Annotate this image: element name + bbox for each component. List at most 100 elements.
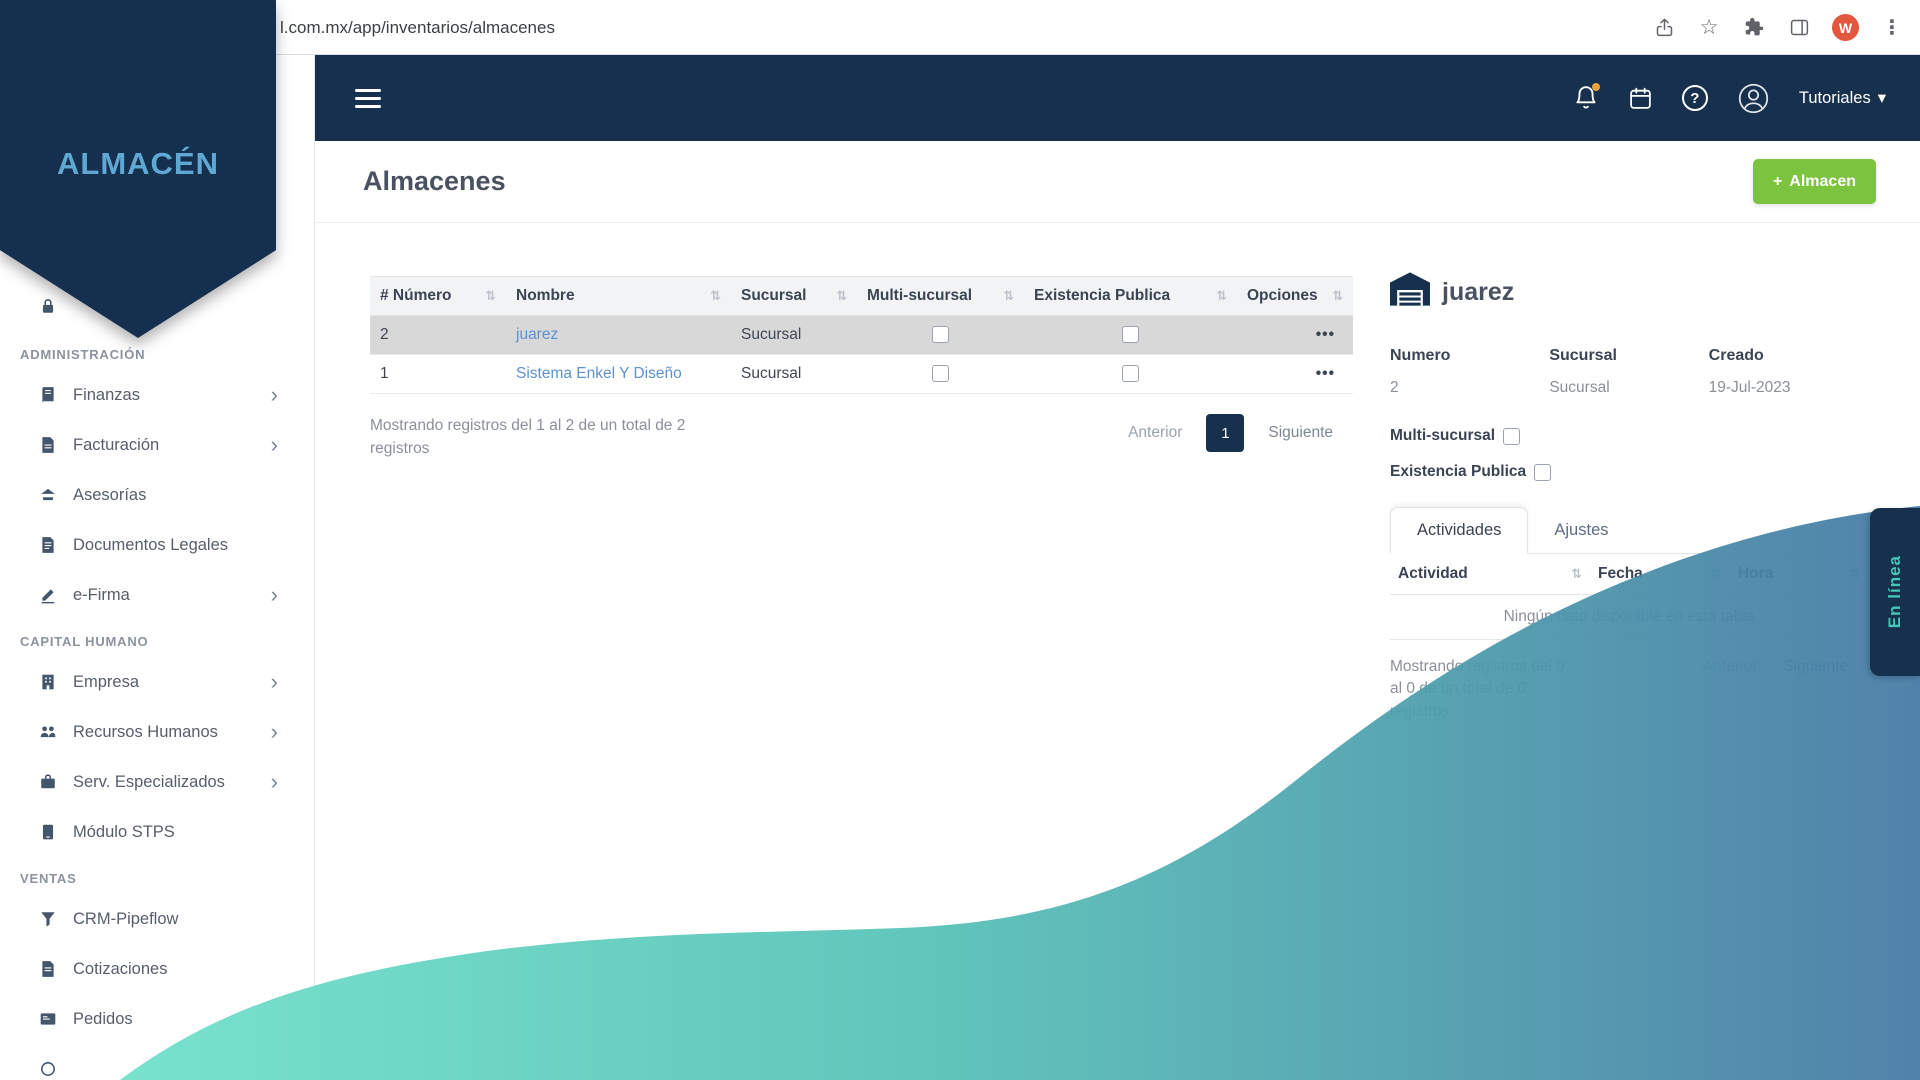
activity-pagination-prev[interactable]: Anterior — [1703, 658, 1757, 676]
sort-icon: ⇅ — [485, 288, 496, 303]
multi-sucursal-checkbox[interactable] — [932, 365, 949, 383]
column-header-fecha[interactable]: Fecha ⇅ — [1590, 554, 1730, 594]
sidebar-item-label: Finanzas — [73, 385, 140, 404]
almacen-link-juarez[interactable]: juarez — [516, 326, 558, 343]
sidebar-item-documentos-legales[interactable]: Documentos Legales — [0, 520, 314, 570]
chevron-right-icon: › — [270, 769, 278, 794]
column-header-multi-sucursal[interactable]: Multi-sucursal ⇅ — [857, 276, 1024, 316]
user-avatar-icon[interactable] — [1737, 82, 1770, 115]
almacenes-table-card: # Número ⇅ Nombre ⇅ Sucursal ⇅ Multi-sucurs… — [370, 276, 1353, 461]
sidebar-item-crm-pipeflow[interactable]: CRM-Pipeflow — [0, 894, 314, 944]
row-number: 2 — [370, 315, 506, 355]
multi-sucursal-checkbox[interactable] — [932, 326, 949, 344]
sidebar-item-label: Facturación — [73, 435, 160, 454]
app-navbar: ? Tutoriales ▾ — [315, 55, 1920, 141]
ledger-icon — [38, 386, 58, 404]
table-row[interactable]: 2 juarez Sucursal ••• — [370, 315, 1353, 355]
browser-menu-icon[interactable]: ⋮ — [1880, 16, 1904, 40]
sidebar-item-modulo-stps[interactable]: Módulo STPS — [0, 807, 314, 857]
activity-info-text: Mostrando registros del 0 al 0 de un tot… — [1390, 658, 1565, 720]
column-header-opciones[interactable]: Opciones ⇅ — [1237, 276, 1353, 316]
almacen-link-sistema-enkel[interactable]: Sistema Enkel Y Diseño — [516, 365, 682, 382]
sidebar-item-pedidos[interactable]: Pedidos — [0, 994, 314, 1044]
row-options-button[interactable]: ••• — [1237, 315, 1353, 355]
circle-icon — [38, 1060, 58, 1078]
sidebar-section-capital-humano: CAPITAL HUMANO — [20, 634, 149, 649]
sidebar-item-label: Módulo STPS — [73, 822, 175, 841]
calendar-icon[interactable] — [1628, 86, 1653, 111]
existencia-publica-checkbox[interactable] — [1122, 326, 1139, 344]
bookmark-star-icon[interactable]: ☆ — [1697, 16, 1721, 40]
sidebar-item-facturacion[interactable]: Facturación › — [0, 420, 314, 470]
chevron-right-icon: › — [270, 432, 278, 457]
tab-actividades[interactable]: Actividades — [1390, 507, 1529, 554]
chevron-right-icon: › — [270, 582, 278, 607]
browser-profile-avatar[interactable]: W — [1832, 14, 1859, 41]
help-icon[interactable]: ? — [1681, 85, 1708, 111]
pagination-next[interactable]: Siguiente — [1268, 424, 1333, 442]
column-header-existencia-publica[interactable]: Existencia Publica ⇅ — [1024, 276, 1237, 316]
sort-icon: ⇅ — [710, 288, 721, 303]
building-icon — [38, 673, 58, 691]
row-branch: Sucursal — [731, 315, 857, 355]
detail-existencia-publica-label: Existencia Publica — [1390, 463, 1527, 480]
caret-down-icon: ▾ — [1877, 89, 1886, 107]
url-bar[interactable]: l.com.mx/app/inventarios/almacenes — [280, 0, 555, 55]
pagination-page-1[interactable]: 1 — [1206, 414, 1245, 452]
signature-pen-icon — [38, 586, 58, 604]
column-header-sucursal[interactable]: Sucursal ⇅ — [731, 276, 857, 316]
sidebar-item-label: Cotizaciones — [73, 959, 168, 978]
extensions-puzzle-icon[interactable] — [1742, 16, 1766, 40]
share-icon[interactable] — [1652, 16, 1676, 40]
tab-ajustes[interactable]: Ajustes — [1528, 508, 1634, 553]
almacenes-table: # Número ⇅ Nombre ⇅ Sucursal ⇅ Multi-sucurs… — [370, 276, 1353, 394]
table-pagination: Anterior 1 Siguiente — [1128, 414, 1353, 452]
notification-dot — [1591, 83, 1600, 91]
legal-document-icon — [38, 536, 58, 554]
page-header: Almacenes + Almacen — [315, 141, 1920, 223]
sort-icon: ⇅ — [1849, 566, 1860, 581]
sidebar-item-cotizaciones[interactable]: Cotizaciones — [0, 944, 314, 994]
sidebar-item-serv-especializados[interactable]: Serv. Especializados › — [0, 757, 314, 807]
activity-pagination-next[interactable]: Siguiente — [1783, 658, 1848, 676]
detail-tabs: Actividades Ajustes — [1390, 507, 1868, 554]
existencia-publica-checkbox[interactable] — [1122, 365, 1139, 383]
sidebar-item-label: Empresa — [73, 672, 140, 691]
pagination-prev[interactable]: Anterior — [1128, 424, 1182, 442]
sidebar-section-ventas: VENTAS — [20, 871, 77, 886]
almacen-ribbon: ALMACÉN — [0, 0, 276, 338]
sort-icon: ⇅ — [1332, 288, 1343, 303]
browser-actions: ☆ W ⋮ — [1652, 0, 1904, 55]
detail-multi-sucursal-checkbox[interactable] — [1503, 427, 1521, 445]
column-header-numero[interactable]: # Número ⇅ — [370, 276, 506, 316]
table-row[interactable]: 1 Sistema Enkel Y Diseño Sucursal ••• — [370, 354, 1353, 394]
sidebar-item-recursos-humanos[interactable]: Recursos Humanos › — [0, 707, 314, 757]
row-options-button[interactable]: ••• — [1237, 354, 1353, 394]
side-panel-icon[interactable] — [1787, 16, 1811, 40]
sidebar-item-label: Documentos Legales — [73, 535, 229, 554]
sort-icon: ⇅ — [1711, 566, 1722, 581]
sidebar-item-empresa[interactable]: Empresa › — [0, 657, 314, 707]
column-header-actividad[interactable]: Actividad ⇅ — [1390, 554, 1590, 594]
field-label-creado: Creado — [1708, 347, 1764, 364]
sidebar-section-administracion: ADMINISTRACIÓN — [20, 347, 146, 362]
sidebar-item-finanzas[interactable]: Finanzas › — [0, 370, 314, 420]
table-info-text: Mostrando registros del 1 al 2 de un tot… — [370, 417, 686, 458]
sidebar-item-asesorias[interactable]: Asesorías — [0, 470, 314, 520]
sidebar-item-label: Recursos Humanos — [73, 722, 218, 741]
sidebar-item-efirma[interactable]: e-Firma › — [0, 570, 314, 620]
row-number: 1 — [370, 354, 506, 394]
field-value-numero: 2 — [1390, 379, 1399, 396]
notifications-bell-icon[interactable] — [1573, 83, 1600, 111]
tablet-icon — [38, 823, 58, 841]
graduation-cap-icon — [38, 486, 58, 504]
column-header-nombre[interactable]: Nombre ⇅ — [506, 276, 731, 316]
sidebar-item-partial[interactable] — [0, 1044, 314, 1080]
sort-icon: ⇅ — [836, 288, 847, 303]
tutoriales-dropdown[interactable]: Tutoriales ▾ — [1799, 88, 1886, 108]
detail-existencia-publica-checkbox[interactable] — [1534, 463, 1552, 481]
column-header-hora[interactable]: Hora ⇅ — [1730, 554, 1868, 594]
hamburger-menu-icon[interactable] — [355, 84, 381, 113]
add-almacen-button[interactable]: + Almacen — [1752, 159, 1876, 204]
online-chat-tab[interactable]: En línea — [1870, 508, 1920, 676]
